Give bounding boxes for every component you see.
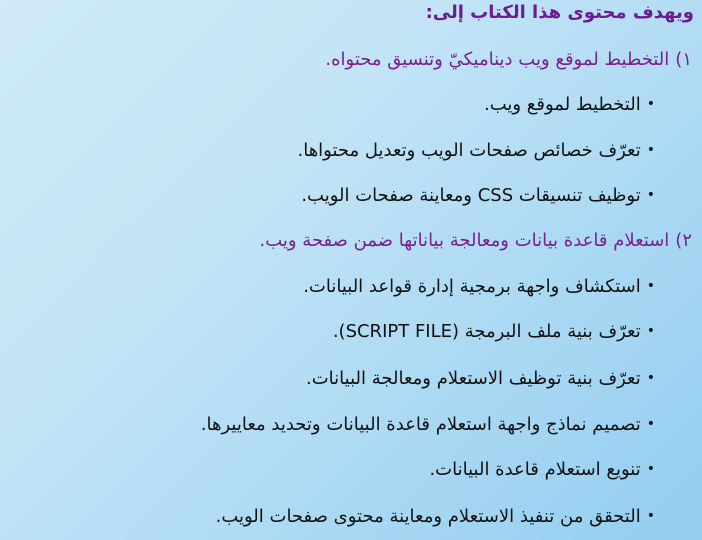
list-item: • تعرّف بنية ملف البرمجة (SCRIPT FILE). [0,323,655,341]
list-item-text: تعرّف خصائص صفحات الويب وتعديل محتواها. [297,140,641,161]
section-2-heading: ٢)استعلام قاعدة بيانات ومعالجة بياناتها … [0,232,692,250]
section-1-title: التخطيط لموقع ويب ديناميكيّ وتنسيق محتوا… [325,49,670,70]
list-item: • التحقق من تنفيذ الاستعلام ومعاينة محتوى… [0,508,655,526]
list-item-text: استكشاف واجهة برمجية إدارة قواعد البيانا… [303,276,641,297]
list-item-text: التخطيط لموقع ويب. [483,94,641,115]
list-item-text: تنويع استعلام قاعدة البيانات. [429,459,641,480]
bullet-icon: • [646,461,655,477]
bullet-icon: • [646,96,655,112]
bullet-icon: • [646,142,655,158]
bullet-icon: • [646,278,655,294]
intro-heading: ويهدف محتوى هذا الكتاب إلى: [425,2,694,23]
list-item: • توظيف تنسيقات CSS ومعاينة صفحات الويب. [0,187,655,205]
list-item-text: تعرّف بنية توظيف الاستعلام ومعالجة البيا… [306,368,641,389]
bullet-icon: • [646,416,655,432]
bullet-icon: • [646,370,655,386]
section-1-heading: ١)التخطيط لموقع ويب ديناميكيّ وتنسيق محت… [0,51,692,69]
section-2-number: ٢) [675,230,692,251]
list-item: • تعرّف بنية توظيف الاستعلام ومعالجة البي… [0,370,655,388]
list-item: • تعرّف خصائص صفحات الويب وتعديل محتواها. [0,142,655,160]
list-item: • التخطيط لموقع ويب. [0,96,655,114]
book-content-page: ويهدف محتوى هذا الكتاب إلى: ١)التخطيط لم… [0,0,702,540]
bullet-icon: • [646,323,655,339]
list-item: • تصميم نماذج واجهة استعلام قاعدة البيانا… [0,416,655,434]
list-item: • استكشاف واجهة برمجية إدارة قواعد البيان… [0,278,655,296]
list-item-text: توظيف تنسيقات CSS ومعاينة صفحات الويب. [301,185,641,206]
section-1-number: ١) [675,49,692,70]
list-item: • تنويع استعلام قاعدة البيانات. [0,461,655,479]
bullet-icon: • [646,508,655,524]
list-item-text: التحقق من تنفيذ الاستعلام ومعاينة محتوى … [215,506,641,527]
list-item-text: تعرّف بنية ملف البرمجة (SCRIPT FILE). [332,321,641,342]
list-item-text: تصميم نماذج واجهة استعلام قاعدة البيانات… [200,414,641,435]
bullet-icon: • [646,187,655,203]
section-2-title: استعلام قاعدة بيانات ومعالجة بياناتها ضم… [259,230,670,251]
